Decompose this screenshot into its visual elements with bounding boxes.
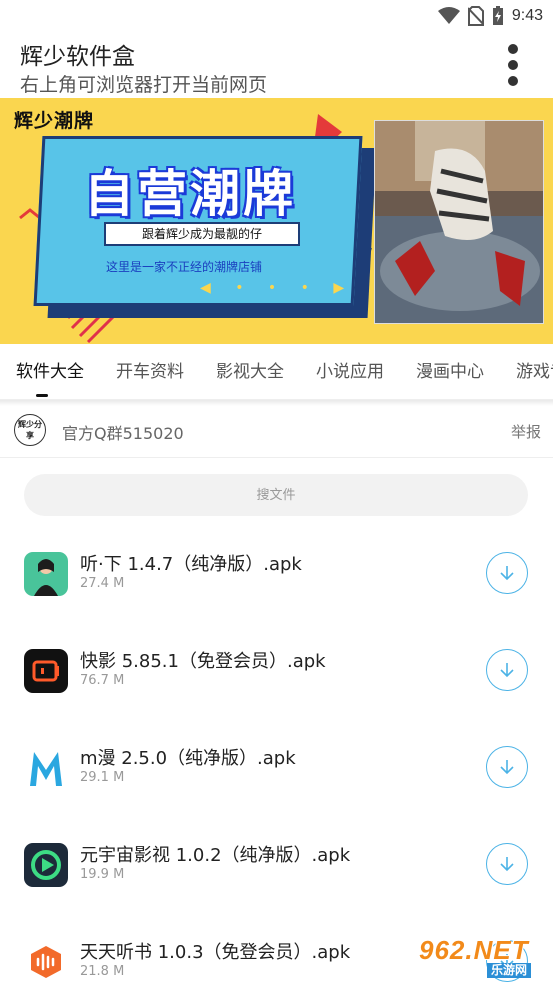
m-man-app-icon <box>24 746 68 790</box>
download-button[interactable] <box>486 843 528 885</box>
more-dot-icon <box>508 76 518 86</box>
tab-driving-resources[interactable]: 开车资料 <box>100 344 200 399</box>
download-icon <box>500 663 514 678</box>
file-size: 19.9 M <box>80 867 125 882</box>
file-list: 听·下 1.4.7（纯净版）.apk 27.4 M 快影 5.85.1（免登会员… <box>0 524 553 983</box>
group-name[interactable]: 官方Q群515020 <box>62 420 184 444</box>
app-header: 辉少软件盒 右上角可浏览器打开当前网页 <box>0 32 553 98</box>
list-item[interactable]: 听·下 1.4.7（纯净版）.apk 27.4 M <box>0 524 553 621</box>
more-dot-icon <box>508 44 518 54</box>
file-size: 29.1 M <box>80 770 125 785</box>
watermark-logo: 962.NET 乐游网 <box>413 935 551 979</box>
promo-banner[interactable]: 辉少潮牌 自营潮牌 跟着辉少成为最靓的仔 这里是一家不正经的潮牌店铺 ◀ • •… <box>0 98 553 344</box>
more-dot-icon <box>508 60 518 70</box>
more-options-button[interactable] <box>503 44 523 86</box>
file-name: 快影 5.85.1（免登会员）.apk <box>80 651 326 672</box>
list-item[interactable]: 快影 5.85.1（免登会员）.apk 76.7 M <box>0 621 553 718</box>
file-name: 天天听书 1.0.3（免登会员）.apk <box>80 942 351 963</box>
file-name: 听·下 1.4.7（纯净版）.apk <box>80 554 302 575</box>
download-button[interactable] <box>486 746 528 788</box>
download-icon <box>500 760 514 775</box>
download-icon <box>500 857 514 872</box>
file-size: 21.8 M <box>80 964 125 979</box>
banner-tagline: 跟着辉少成为最靓的仔 <box>104 222 300 246</box>
kuaiying-app-icon <box>24 649 68 693</box>
ting-xia-app-icon <box>24 552 68 596</box>
list-item[interactable]: 元宇宙影视 1.0.2（纯净版）.apk 19.9 M <box>0 815 553 912</box>
watermark-main: 962.NET <box>419 935 529 965</box>
tab-comics[interactable]: 漫画中心 <box>400 344 500 399</box>
no-sim-icon <box>467 6 484 26</box>
tab-software[interactable]: 软件大全 <box>0 344 100 399</box>
tab-games[interactable]: 游戏专 <box>500 344 553 399</box>
tab-movies[interactable]: 影视大全 <box>200 344 300 399</box>
status-icons: 9:43 <box>437 4 543 28</box>
tab-active-indicator <box>36 394 48 397</box>
wifi-icon <box>437 7 460 24</box>
download-icon <box>500 566 514 581</box>
tiantian-tingshu-app-icon <box>24 940 68 983</box>
banner-pager: ◀ • • • ▶ <box>200 280 355 296</box>
banner-brand: 辉少潮牌 <box>14 110 95 132</box>
tab-novels[interactable]: 小说应用 <box>300 344 400 399</box>
battery-charging-icon <box>492 6 503 25</box>
file-size: 27.4 M <box>80 576 125 591</box>
group-avatar: 辉少分享 <box>14 414 46 446</box>
watermark-sub: 乐游网 <box>487 963 532 978</box>
report-link[interactable]: 举报 <box>511 421 541 442</box>
status-time: 9:43 <box>511 7 543 24</box>
banner-headline: 自营潮牌 <box>84 165 296 223</box>
app-title: 辉少软件盒 <box>20 44 135 70</box>
download-button[interactable] <box>486 552 528 594</box>
download-button[interactable] <box>486 649 528 691</box>
yuanyuzhou-app-icon <box>24 843 68 887</box>
banner-photo <box>374 120 544 324</box>
file-name: 元宇宙影视 1.0.2（纯净版）.apk <box>80 845 351 866</box>
group-info-row: 辉少分享 官方Q群515020 举报 <box>0 406 553 458</box>
status-bar: 9:43 <box>0 0 553 32</box>
search-bar[interactable] <box>24 474 528 516</box>
app-subtitle: 右上角可浏览器打开当前网页 <box>20 74 268 96</box>
banner-description: 这里是一家不正经的潮牌店铺 <box>106 260 263 274</box>
list-item[interactable]: m漫 2.5.0（纯净版）.apk 29.1 M <box>0 718 553 815</box>
category-tabs: 软件大全 开车资料 影视大全 小说应用 漫画中心 游戏专 <box>0 344 553 400</box>
file-name: m漫 2.5.0（纯净版）.apk <box>80 748 296 769</box>
search-input[interactable] <box>24 474 528 516</box>
file-size: 76.7 M <box>80 673 125 688</box>
